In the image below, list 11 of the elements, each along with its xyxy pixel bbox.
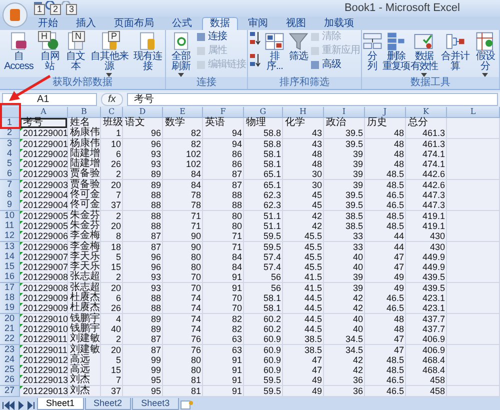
keytip-tooltip: 1 — [34, 4, 46, 15]
keytip-tooltip: H — [38, 31, 50, 42]
keytip-tooltip: 3 — [66, 4, 78, 15]
keytip-tooltip: N — [72, 31, 84, 42]
group-label: 获取外部数据 — [0, 77, 165, 89]
keytip-tooltip: 2 — [50, 4, 62, 15]
group-label: 连接 — [166, 77, 247, 89]
group-label: 数据工具 — [362, 77, 499, 89]
keytip-tooltip: P — [108, 31, 120, 42]
window-title: Book1 - Microsoft Excel — [344, 1, 460, 16]
group-label: 排序和筛选 — [248, 77, 361, 89]
